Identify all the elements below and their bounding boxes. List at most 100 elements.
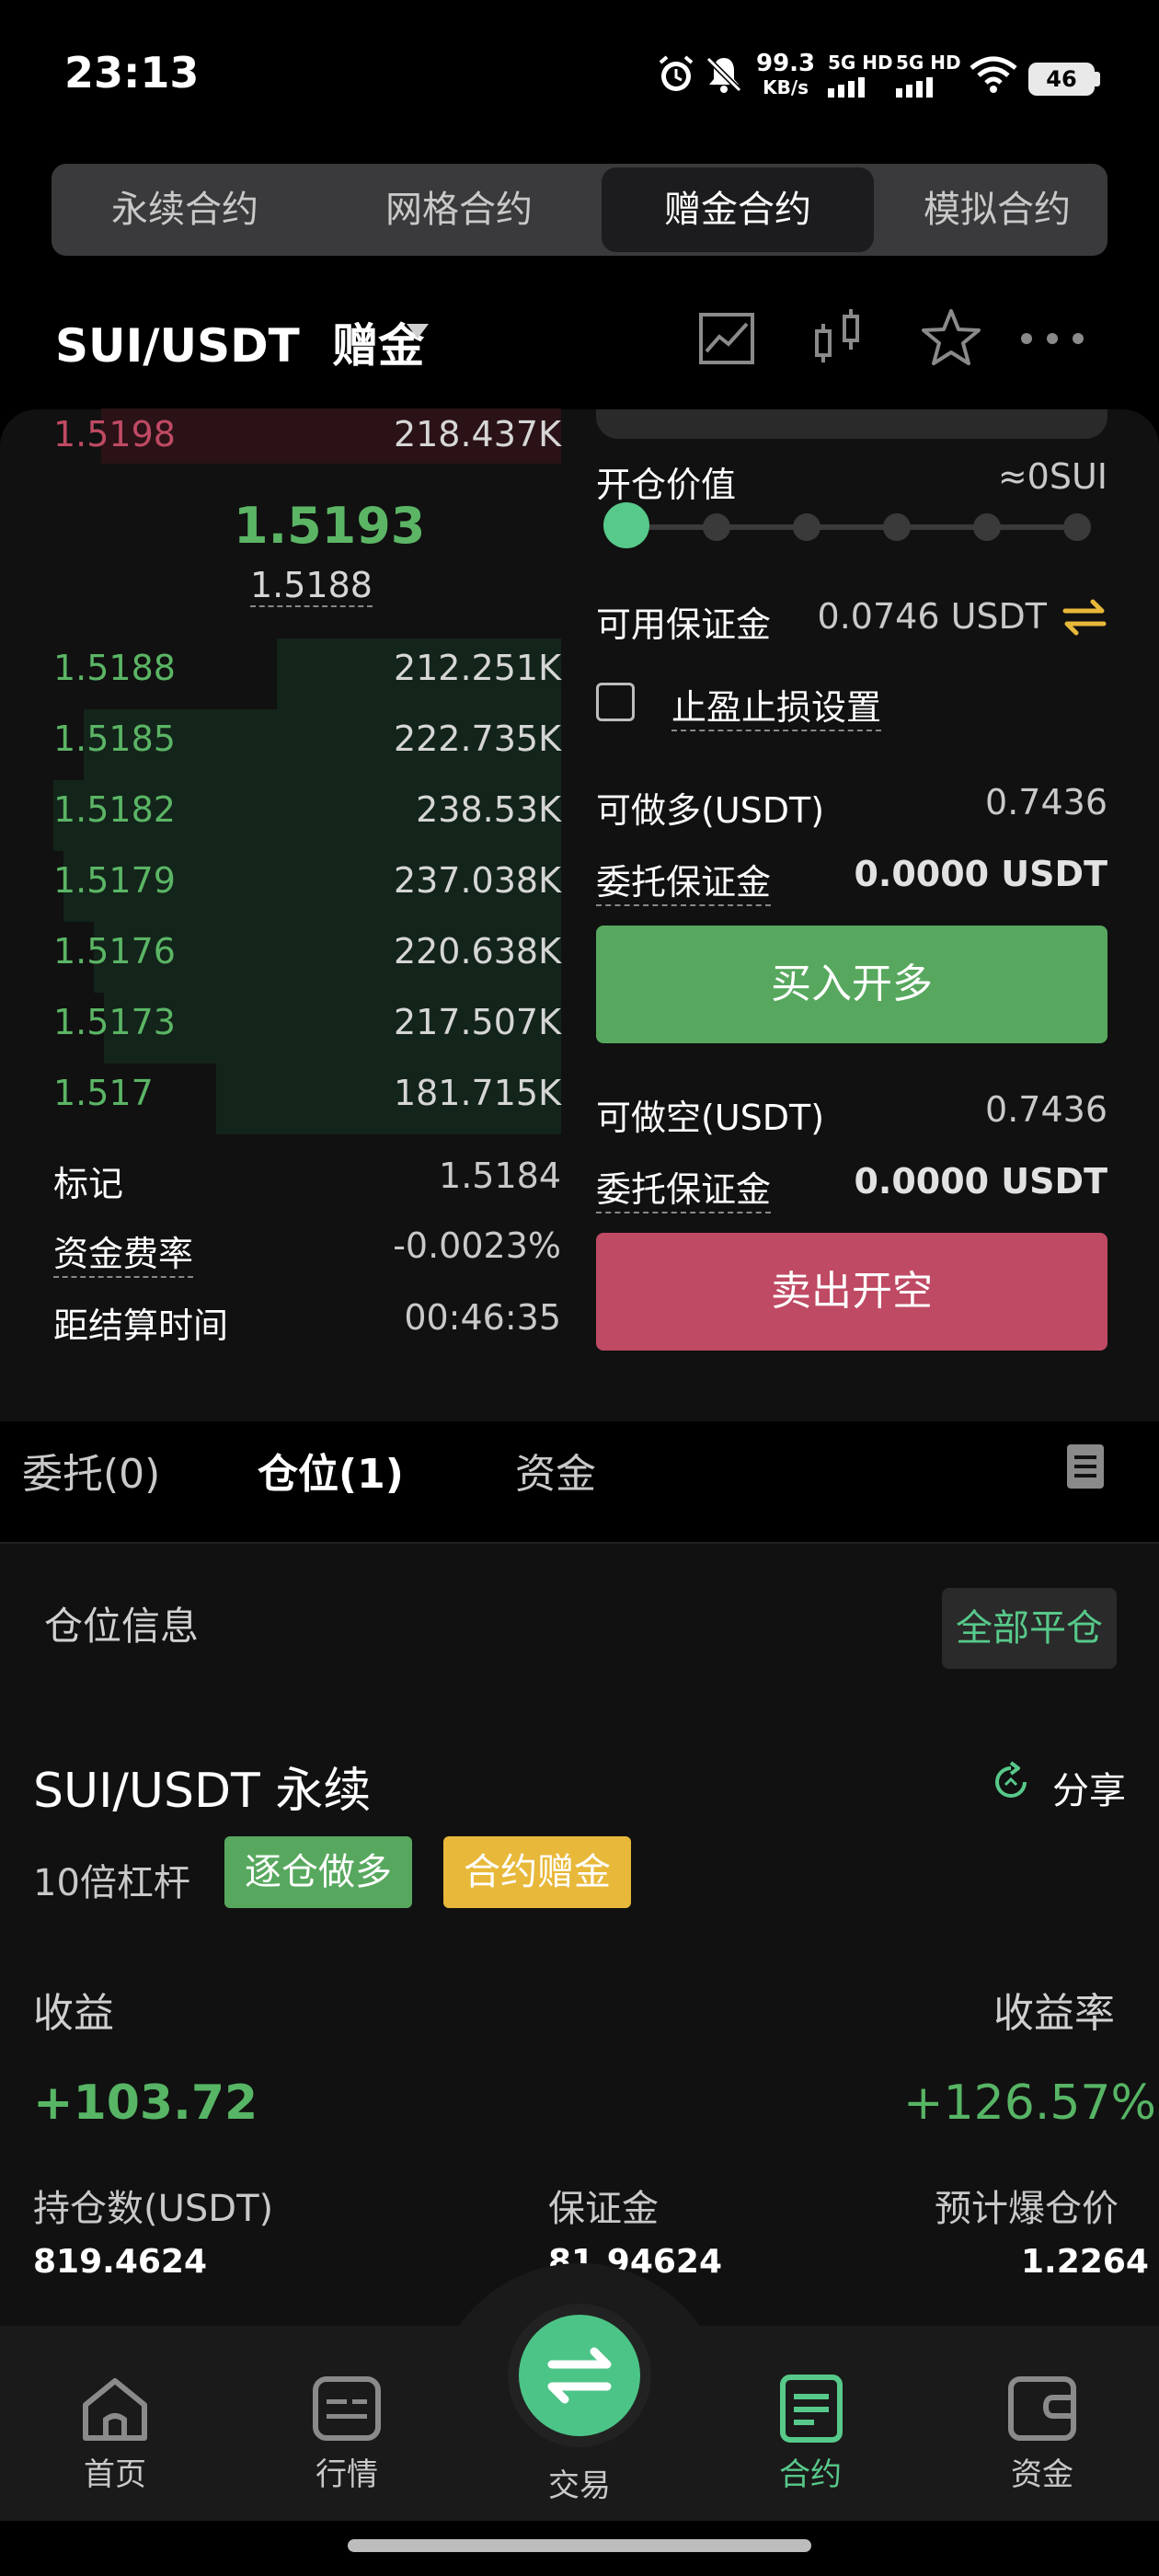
bid-qty: 238.53K <box>416 789 561 830</box>
open-value-row: 开仓价值 ≈0SUI <box>596 456 1107 507</box>
nav-assets-label: 资金 <box>1011 2456 1073 2493</box>
last-price[interactable]: 1.5193 <box>234 497 425 555</box>
bid-row[interactable]: 1.5179 237.038K <box>53 851 561 922</box>
bid-row[interactable]: 1.5185 222.735K <box>53 709 561 780</box>
share-button[interactable]: 分享 <box>1052 1761 1126 1814</box>
tab-orders[interactable]: 委托(0) <box>22 1441 160 1500</box>
ask-row[interactable]: 1.5198 218.437K <box>53 405 561 464</box>
available-margin-row: 可用保证金 0.0746 USDT <box>596 596 1107 647</box>
net-speed-value: 99.3 <box>756 50 816 77</box>
slider-step-dot[interactable] <box>973 513 1001 541</box>
short-max-value: 0.7436 <box>985 1089 1107 1130</box>
slider-step-dot[interactable] <box>793 513 820 541</box>
open-value-label: 开仓价值 <box>596 465 737 505</box>
bid-row[interactable]: 1.517 181.715K <box>53 1064 561 1134</box>
tab-perpetual[interactable]: 永续合约 <box>52 164 318 256</box>
long-max-row: 可做多(USDT) 0.7436 <box>596 782 1107 833</box>
bid-qty: 212.251K <box>393 648 561 688</box>
bid-row[interactable]: 1.5182 238.53K <box>53 780 561 851</box>
clock: 23:13 <box>64 48 200 98</box>
more-icon[interactable] <box>1017 304 1087 374</box>
bid-price: 1.5173 <box>53 1002 176 1042</box>
signal-bars-icon <box>896 77 961 98</box>
index-price[interactable]: 1.5188 <box>250 565 373 607</box>
price-input[interactable] <box>596 409 1107 439</box>
margin-label: 保证金 <box>548 2188 659 2230</box>
tp-sl-label[interactable]: 止盈止损设置 <box>671 679 882 731</box>
available-margin: 0.0746 USDT <box>817 596 1047 637</box>
nav-trade[interactable] <box>519 2315 640 2436</box>
bid-qty: 181.715K <box>393 1073 561 1113</box>
tab-demo[interactable]: 模拟合约 <box>883 164 1107 256</box>
sim2-label: 5G HD <box>896 52 961 74</box>
close-all-button[interactable]: 全部平仓 <box>942 1588 1117 1669</box>
buy-long-button[interactable]: 买入开多 <box>596 926 1107 1043</box>
wifi-icon <box>970 56 1017 93</box>
bid-qty: 217.507K <box>393 1002 561 1042</box>
nav-trade-label: 交易 <box>548 2467 611 2504</box>
slider-handle[interactable] <box>603 502 649 548</box>
liq-price-value: 1.2264 <box>1021 2243 1149 2281</box>
contract-icon <box>780 2375 843 2443</box>
liq-price-label: 预计爆仓价 <box>935 2188 1119 2230</box>
home-indicator[interactable] <box>348 2539 811 2552</box>
funding-rate-row: 资金费率 -0.0023% <box>53 1225 561 1278</box>
tab-grid[interactable]: 网格合约 <box>326 164 592 256</box>
tp-sl-checkbox[interactable] <box>596 683 635 721</box>
candlestick-icon[interactable] <box>804 304 874 374</box>
nav-assets[interactable]: 资金 <box>973 2374 1111 2494</box>
nav-home-label: 首页 <box>84 2456 146 2493</box>
roe-value: +126.57% <box>903 2076 1156 2131</box>
bid-row[interactable]: 1.5176 220.638K <box>53 922 561 993</box>
sim1-label: 5G HD <box>828 52 893 74</box>
nav-contract-label: 合约 <box>779 2456 842 2493</box>
contract-type-tabs: 永续合约 网格合约 赠金合约 模拟合约 <box>52 164 1107 256</box>
nav-contract[interactable]: 合约 <box>741 2374 879 2494</box>
short-margin-value: 0.0000 USDT <box>854 1161 1107 1202</box>
position-symbol[interactable]: SUI/USDT 永续 <box>33 1752 371 1821</box>
position-info-title: 仓位信息 <box>44 1604 200 1649</box>
available-margin-label: 可用保证金 <box>596 604 772 645</box>
chart-icon[interactable] <box>692 304 762 374</box>
amount-slider[interactable] <box>625 524 1076 530</box>
nav-market[interactable]: 行情 <box>278 2374 416 2494</box>
pnl-value: +103.72 <box>33 2076 258 2131</box>
battery-level: 46 <box>1028 63 1095 96</box>
bid-qty: 220.638K <box>393 931 561 972</box>
settle-time-row: 距结算时间 00:46:35 <box>53 1297 561 1348</box>
funding-label[interactable]: 资金费率 <box>53 1234 194 1278</box>
nav-home[interactable]: 首页 <box>46 2374 184 2494</box>
chevron-down-icon[interactable] <box>407 324 429 339</box>
order-history-icon[interactable] <box>1065 1443 1106 1490</box>
wallet-icon <box>1008 2376 1076 2441</box>
short-margin-label[interactable]: 委托保证金 <box>596 1169 772 1213</box>
size-label: 持仓数(USDT) <box>33 2188 274 2230</box>
status-bar: 23:13 99.3 KB/s 5G HD 5G HD 46 <box>0 0 1159 147</box>
short-max-row: 可做空(USDT) 0.7436 <box>596 1089 1107 1140</box>
slider-step-dot[interactable] <box>1063 513 1091 541</box>
mute-icon <box>706 56 742 93</box>
long-max-value: 0.7436 <box>985 782 1107 822</box>
sim2-signal: 5G HD <box>896 52 961 98</box>
long-margin-label[interactable]: 委托保证金 <box>596 862 772 906</box>
settle-label: 距结算时间 <box>53 1305 229 1346</box>
sell-short-button[interactable]: 卖出开空 <box>596 1233 1107 1351</box>
tab-positions[interactable]: 仓位(1) <box>258 1441 404 1500</box>
pair-selector[interactable]: SUI/USDT 赠金 <box>55 309 424 375</box>
sim1-signal: 5G HD <box>828 52 893 98</box>
bid-price: 1.5179 <box>53 860 176 901</box>
slider-step-dot[interactable] <box>883 513 911 541</box>
signal-bars-icon <box>828 77 893 98</box>
bid-row[interactable]: 1.5173 217.507K <box>53 993 561 1064</box>
share-icon[interactable] <box>990 1761 1032 1803</box>
ask-qty: 218.437K <box>393 414 561 454</box>
transfer-icon[interactable] <box>1061 596 1107 638</box>
bid-row[interactable]: 1.5188 212.251K <box>53 638 561 709</box>
slider-step-dot[interactable] <box>703 513 730 541</box>
tab-bonus[interactable]: 赠金合约 <box>602 167 874 252</box>
pair-symbol: SUI/USDT <box>55 319 300 373</box>
star-icon[interactable] <box>916 304 986 374</box>
bid-price: 1.5182 <box>53 789 176 830</box>
mark-price-row: 标记 1.5184 <box>53 1156 561 1206</box>
tab-assets[interactable]: 资金 <box>515 1441 596 1500</box>
